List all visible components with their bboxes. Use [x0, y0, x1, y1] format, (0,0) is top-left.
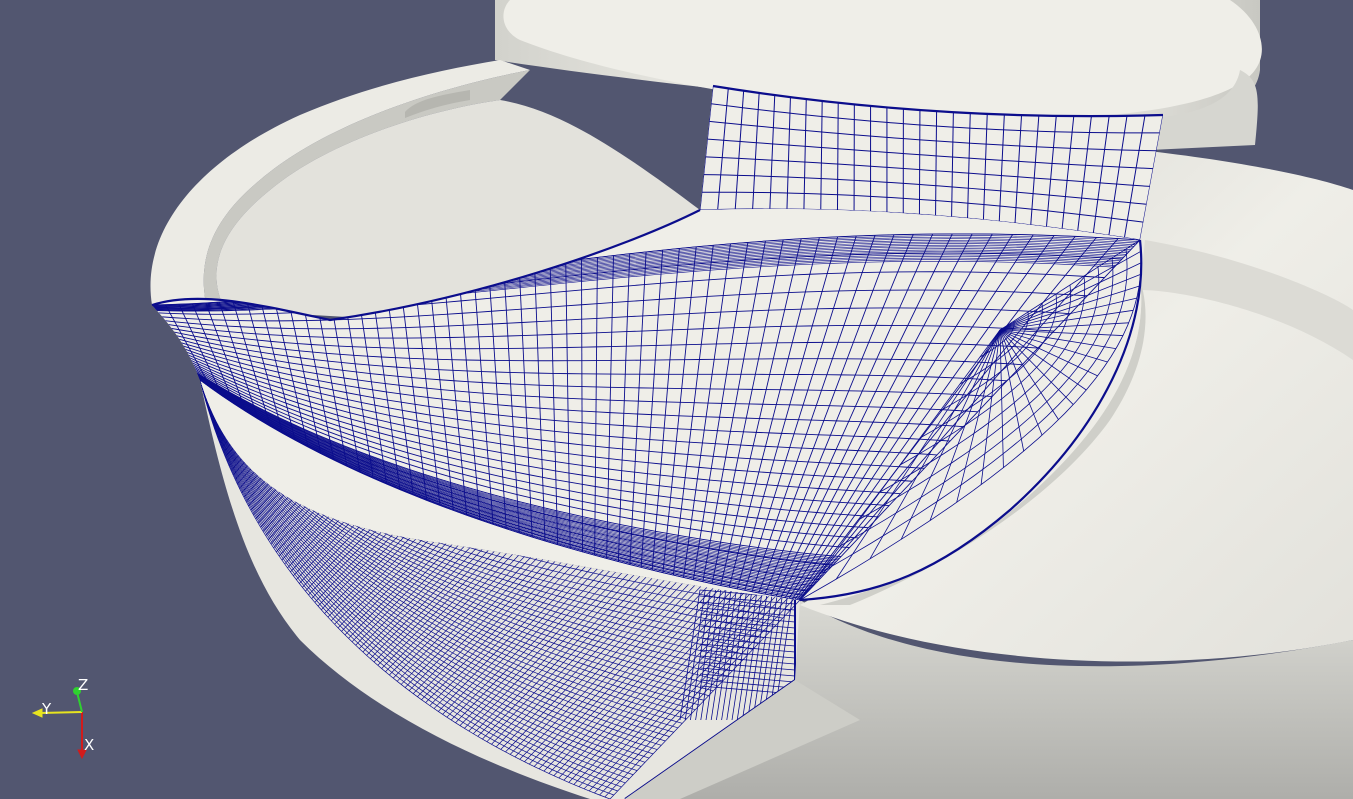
- render-viewport[interactable]: Z Y X: [0, 0, 1353, 799]
- y-axis-label: Y: [41, 700, 52, 718]
- z-axis-label: Z: [78, 676, 88, 694]
- x-axis-label: X: [84, 736, 94, 754]
- geometry-scene[interactable]: [0, 0, 1353, 799]
- z-axis-arrow: [76, 691, 83, 713]
- y-axis-arrowhead: [31, 708, 43, 718]
- orientation-axes-widget: Z Y X: [31, 676, 94, 760]
